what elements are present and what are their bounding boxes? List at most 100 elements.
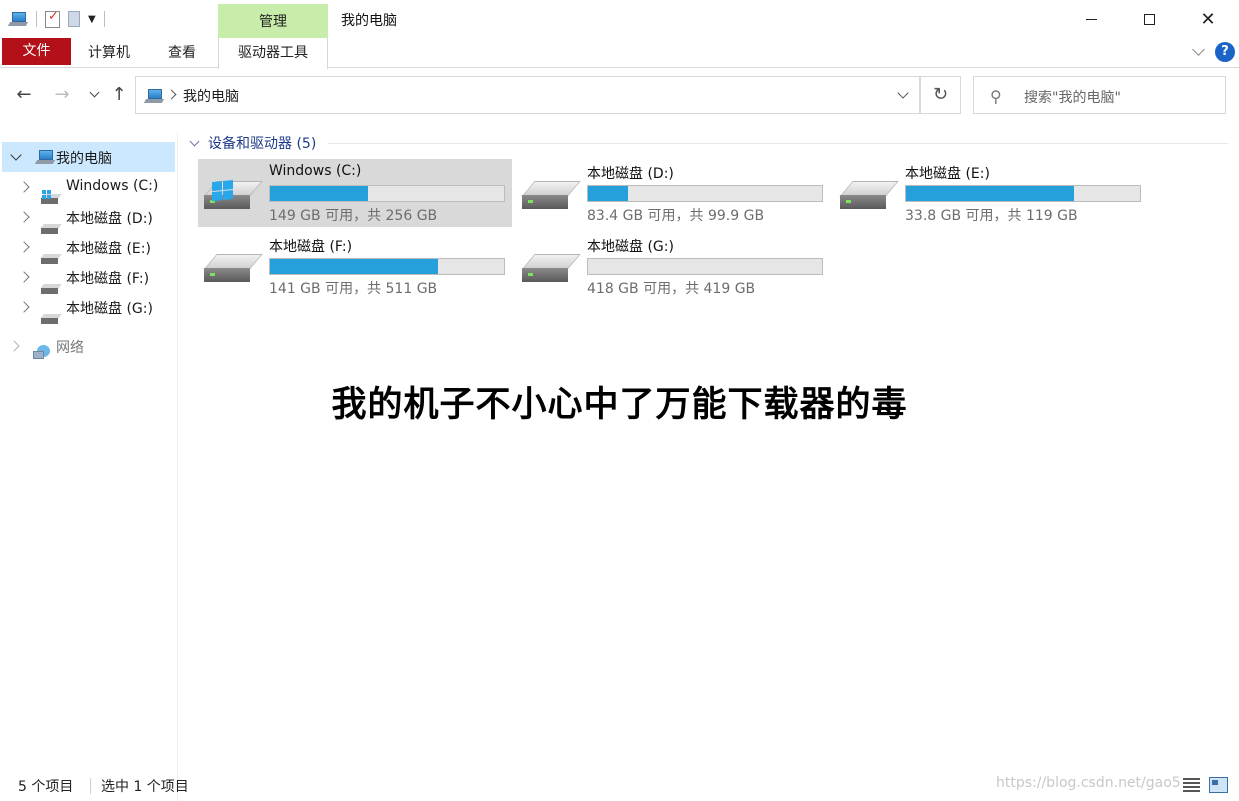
expand-chevron-icon[interactable]: [18, 241, 30, 253]
breadcrumb-chevron-icon[interactable]: [166, 89, 177, 100]
usage-bar: [587, 258, 823, 275]
drive-name: Windows (C:): [269, 163, 362, 179]
drive-icon: [839, 181, 899, 217]
usage-bar: [587, 185, 823, 202]
search-icon: ⚲: [990, 87, 1002, 106]
drive-name: 本地磁盘 (D:): [587, 166, 674, 182]
tab-manage[interactable]: 管理: [218, 4, 328, 38]
search-box[interactable]: ⚲ 搜索"我的电脑": [973, 76, 1226, 114]
drive-tile-c[interactable]: Windows (C:) 149 GB 可用，共 256 GB: [198, 159, 512, 227]
expand-chevron-icon[interactable]: [18, 211, 30, 223]
collapse-chevron-icon[interactable]: [10, 149, 22, 161]
status-item-count: 5 个项目: [18, 779, 74, 795]
group-header-devices[interactable]: 设备和驱动器 (5): [188, 133, 316, 153]
sidebar-item-drive-f[interactable]: 本地磁盘 (F:): [2, 262, 175, 294]
overlay-caption: 我的机子不小心中了万能下载器的毒: [331, 385, 908, 425]
status-bar: 5 个项目 选中 1 个项目 https://blog.csdn.net/gao…: [0, 772, 1239, 801]
drive-name: 本地磁盘 (E:): [905, 166, 990, 182]
window-title: 我的电脑: [341, 13, 397, 29]
windows-drive-icon: [203, 179, 263, 217]
drive-free-space: 418 GB 可用，共 419 GB: [587, 281, 756, 297]
drive-tile-f[interactable]: 本地磁盘 (F:) 141 GB 可用，共 511 GB: [198, 232, 512, 300]
network-icon: [33, 345, 51, 361]
sidebar-item-network[interactable]: 网络: [2, 331, 175, 361]
customize-toolbar-icon[interactable]: ▼: [88, 14, 96, 25]
sidebar-item-label: 本地磁盘 (D:): [66, 211, 153, 227]
drive-name: 本地磁盘 (G:): [587, 239, 674, 255]
help-icon[interactable]: ?: [1215, 42, 1235, 62]
toolbar-divider: [36, 11, 37, 27]
drive-tile-g[interactable]: 本地磁盘 (G:) 418 GB 可用，共 419 GB: [516, 232, 830, 300]
sidebar-item-drive-c[interactable]: Windows (C:): [2, 172, 175, 204]
tab-file[interactable]: 文件: [2, 38, 71, 65]
usage-bar-fill: [270, 259, 439, 274]
sidebar-item-label: 我的电脑: [56, 151, 112, 167]
quick-access-toolbar: ▼: [7, 8, 105, 30]
refresh-button[interactable]: ↻: [920, 76, 961, 114]
refresh-icon: ↻: [932, 84, 949, 105]
up-button[interactable]: ↑: [107, 84, 131, 106]
status-divider: [90, 778, 91, 794]
usage-bar: [269, 185, 505, 202]
usage-bar-fill: [906, 186, 1075, 201]
drive-icon: [521, 254, 581, 290]
usage-bar: [269, 258, 505, 275]
title-bar: ▼ 管理 我的电脑 ✕: [0, 0, 1239, 38]
drive-tile-d[interactable]: 本地磁盘 (D:) 83.4 GB 可用，共 99.9 GB: [516, 159, 830, 227]
drive-icon: [40, 314, 62, 324]
computer-icon: [34, 149, 56, 165]
expand-chevron-icon[interactable]: [8, 340, 20, 352]
new-folder-icon[interactable]: [68, 11, 80, 27]
tab-view[interactable]: 查看: [168, 38, 196, 68]
search-placeholder: 搜索"我的电脑": [1024, 90, 1121, 106]
pane-divider[interactable]: [177, 133, 178, 801]
address-bar[interactable]: 我的电脑: [135, 76, 920, 114]
details-view-icon[interactable]: [1183, 777, 1200, 793]
expand-ribbon-chevron-icon[interactable]: [1191, 44, 1207, 60]
ribbon: 文件 计算机 查看 驱动器工具 ?: [0, 38, 1239, 69]
navigation-bar: ← → ↑ 我的电脑 ↻ ⚲ 搜索"我的电脑": [0, 70, 1239, 120]
tab-drive-tools[interactable]: 驱动器工具: [218, 38, 328, 69]
recent-locations-chevron-icon[interactable]: [83, 84, 107, 106]
navigation-pane: 我的电脑 Windows (C:) 本地磁盘 (D:) 本地磁盘 (E:) 本地…: [0, 133, 177, 763]
computer-icon: [143, 88, 165, 104]
drive-icon: [521, 181, 581, 217]
sidebar-item-label: 网络: [56, 340, 84, 356]
maximize-icon: [1143, 13, 1155, 25]
expand-chevron-icon[interactable]: [18, 181, 30, 193]
group-divider: [328, 143, 1228, 144]
sidebar-item-label: 本地磁盘 (G:): [66, 301, 153, 317]
breadcrumb-my-computer[interactable]: 我的电脑: [183, 86, 239, 106]
sidebar-item-drive-d[interactable]: 本地磁盘 (D:): [2, 202, 175, 234]
drive-name: 本地磁盘 (F:): [269, 239, 353, 255]
drive-free-space: 141 GB 可用，共 511 GB: [269, 281, 438, 297]
drive-free-space: 83.4 GB 可用，共 99.9 GB: [587, 208, 765, 224]
tab-computer[interactable]: 计算机: [88, 38, 130, 68]
maximize-button[interactable]: [1120, 0, 1178, 38]
expand-chevron-icon[interactable]: [18, 271, 30, 283]
address-dropdown-icon[interactable]: [894, 85, 914, 105]
large-icons-view-icon[interactable]: [1209, 777, 1228, 793]
sidebar-item-drive-e[interactable]: 本地磁盘 (E:): [2, 232, 175, 264]
usage-bar-fill: [270, 186, 369, 201]
drive-tile-e[interactable]: 本地磁盘 (E:) 33.8 GB 可用，共 119 GB: [834, 159, 1148, 227]
group-label: 设备和驱动器 (5): [208, 136, 317, 152]
drive-free-space: 33.8 GB 可用，共 119 GB: [905, 208, 1078, 224]
sidebar-item-my-computer[interactable]: 我的电脑: [2, 142, 175, 172]
drive-icon: [203, 254, 263, 290]
usage-bar-fill: [588, 186, 628, 201]
properties-icon[interactable]: [45, 9, 60, 28]
computer-icon[interactable]: [7, 11, 29, 27]
close-button[interactable]: ✕: [1179, 0, 1237, 38]
expand-chevron-icon[interactable]: [18, 301, 30, 313]
forward-button[interactable]: →: [50, 84, 74, 106]
sidebar-item-label: Windows (C:): [66, 178, 159, 194]
sidebar-item-drive-g[interactable]: 本地磁盘 (G:): [2, 292, 175, 324]
sidebar-item-label: 本地磁盘 (E:): [66, 241, 151, 257]
status-selected-count: 选中 1 个项目: [101, 779, 189, 795]
group-collapse-chevron-icon[interactable]: [189, 136, 200, 146]
drive-free-space: 149 GB 可用，共 256 GB: [269, 208, 438, 224]
back-button[interactable]: ←: [12, 84, 36, 106]
watermark: https://blog.csdn.net/gao5: [996, 775, 1181, 791]
minimize-button[interactable]: [1062, 0, 1120, 38]
